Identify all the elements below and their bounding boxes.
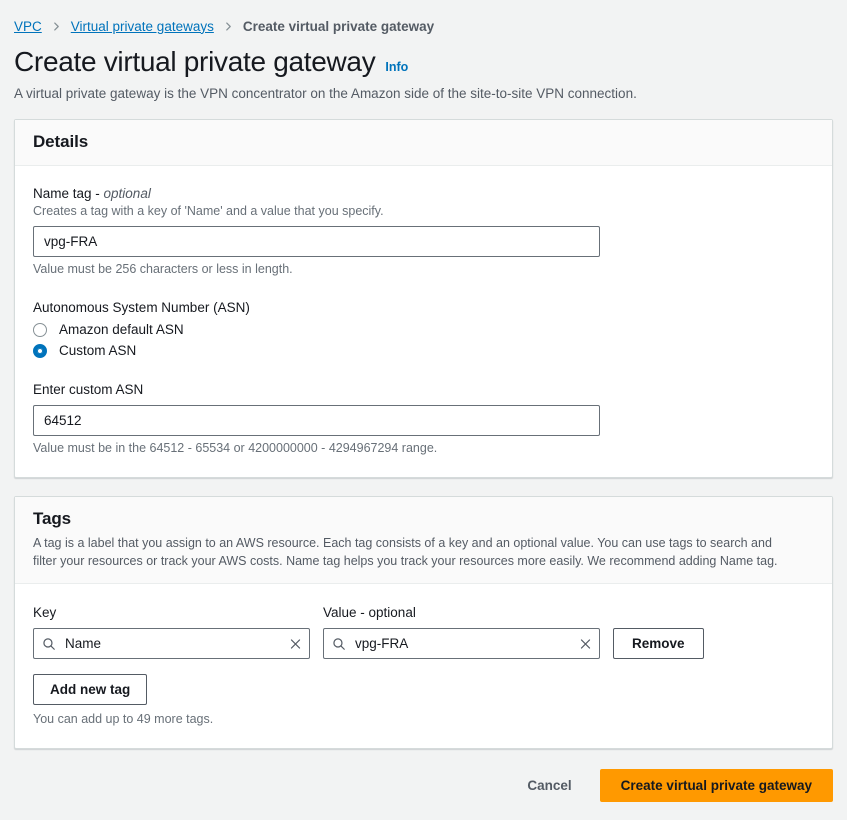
custom-asn-input[interactable] (33, 405, 600, 436)
tag-key-input[interactable] (33, 628, 310, 660)
name-tag-label: Name tag - optional (33, 186, 814, 201)
name-tag-constraint: Value must be 256 characters or less in … (33, 262, 293, 276)
name-tag-hint: Creates a tag with a key of 'Name' and a… (33, 204, 384, 218)
asn-option-custom[interactable]: Custom ASN (33, 343, 814, 358)
custom-asn-constraint: Value must be in the 64512 - 65534 or 42… (33, 441, 438, 455)
radio-unselected-icon (33, 322, 47, 337)
asn-option-amazon-default-label: Amazon default ASN (59, 322, 184, 337)
custom-asn-label: Enter custom ASN (33, 382, 144, 397)
name-tag-field: Name tag - optional Creates a tag with a… (33, 186, 814, 276)
create-vpg-page: VPC Virtual private gateways Create virt… (0, 0, 847, 803)
details-title: Details (33, 132, 89, 151)
close-icon[interactable] (579, 637, 592, 650)
cancel-button[interactable]: Cancel (511, 769, 587, 802)
tags-column-key-label: Key (33, 605, 57, 621)
breadcrumb-item-virtual-private-gateways[interactable]: Virtual private gateways (71, 19, 214, 34)
table-row: Remove (33, 628, 814, 660)
tags-panel: Tags A tag is a label that you assign to… (14, 496, 833, 750)
chevron-right-icon (223, 21, 234, 32)
breadcrumb-item-current: Create virtual private gateway (242, 18, 435, 34)
create-virtual-private-gateway-button[interactable]: Create virtual private gateway (599, 769, 833, 803)
tags-title: Tags (33, 509, 72, 528)
tags-panel-body: Key Value - optional Name vpg-FRA Remove… (15, 584, 832, 748)
page-description: A virtual private gateway is the VPN con… (14, 86, 637, 101)
tags-column-headers: Key Value - optional (33, 604, 814, 628)
radio-selected-icon (33, 343, 47, 358)
asn-option-custom-label: Custom ASN (59, 343, 137, 358)
tags-panel-header: Tags A tag is a label that you assign to… (15, 497, 832, 585)
page-header: Create virtual private gateway Info (14, 46, 833, 78)
chevron-right-icon (51, 21, 62, 32)
add-tag-row: Add new tag (33, 674, 814, 706)
tags-footnote: You can add up to 49 more tags. (33, 712, 214, 727)
page-title: Create virtual private gateway (14, 46, 376, 77)
remove-tag-button[interactable]: Remove (613, 628, 704, 660)
form-actions: Cancel Create virtual private gateway (14, 769, 833, 820)
close-icon[interactable] (289, 637, 302, 650)
breadcrumb-item-vpc[interactable]: VPC (14, 19, 42, 34)
tags-description: A tag is a label that you assign to an A… (33, 536, 778, 569)
tags-column-value: Value - optional (323, 604, 613, 622)
tag-value-field (323, 628, 600, 660)
tags-column-key: Key (33, 604, 323, 622)
breadcrumb: VPC Virtual private gateways Create virt… (14, 0, 833, 38)
tag-key-field (33, 628, 310, 660)
details-panel-header: Details (15, 120, 832, 166)
tag-value-input[interactable] (323, 628, 600, 660)
info-link[interactable]: Info (385, 60, 408, 74)
asn-option-amazon-default[interactable]: Amazon default ASN (33, 322, 814, 337)
details-panel: Details Name tag - optional Creates a ta… (14, 119, 833, 478)
asn-group-label: Autonomous System Number (ASN) (33, 300, 250, 315)
tags-column-value-optional: optional (368, 605, 416, 621)
asn-field: Autonomous System Number (ASN) Amazon de… (33, 300, 814, 358)
details-panel-body: Name tag - optional Creates a tag with a… (15, 166, 832, 477)
name-tag-label-text: Name tag - (33, 186, 104, 201)
tags-column-value-label: Value - (323, 605, 369, 621)
name-tag-input[interactable] (33, 226, 600, 257)
name-tag-optional-text: optional (103, 186, 151, 201)
add-new-tag-button[interactable]: Add new tag (33, 674, 148, 706)
custom-asn-field: Enter custom ASN Value must be in the 64… (33, 382, 814, 455)
